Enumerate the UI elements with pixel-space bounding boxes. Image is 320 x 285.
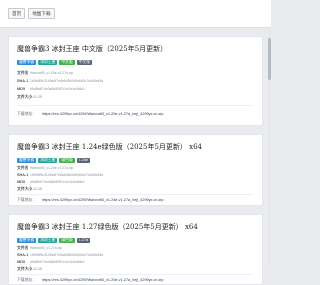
meta-filename-value: Warcraft3_v1.24e-v1.27a.zip (30, 166, 74, 170)
meta-md5-value: d9c8b6f74e3a0b5f9f7c1e2d4a3b6c1 (30, 180, 86, 184)
meta-filename-value: Warcraft3_v1.20e-v1.27a.zip (30, 71, 74, 75)
tag[interactable]: 1.24e (76, 158, 91, 163)
card-title: 魔兽争霸3 冰封王座 1.24e绿色版（2025年5月更新） x64 (17, 143, 202, 151)
meta-filename-label: 文件名 (17, 166, 29, 170)
meta-size-row: 文件大小 1.42 GB (17, 95, 42, 100)
tag[interactable]: 冰封王座 (38, 238, 58, 243)
meta-md5-value: d9c8b6f74e3a0b5f9f7c1e2d4a3b6c1 (30, 260, 86, 264)
tag[interactable]: 冰封王座 (38, 158, 58, 163)
tag-row: 魔兽争霸 冰封王座 绿色版 1.24e (17, 158, 91, 163)
meta-filename-label: 文件名 (17, 71, 29, 75)
download-link[interactable]: https://res.4299yx.cn/4299/Warcraft3_v1.… (42, 198, 163, 203)
card-title: 魔兽争霸3 冰封王座 中文版（2025年5月更新） (17, 45, 168, 53)
top-nav: 首页 地图下载 (0, 0, 271, 28)
meta-filename-row: 文件名 Warcraft3_v1.27a.zip (17, 246, 62, 251)
card-title: 魔兽争霸3 冰封王座 1.27绿色版（2025年5月更新） x64 (17, 223, 198, 231)
meta-size-row: 文件大小 1.42 GB (17, 267, 42, 272)
download-card: 魔兽争霸3 冰封王座 中文版（2025年5月更新） 魔兽争霸 冰封王座 中文版 … (8, 36, 263, 126)
nav-home-button[interactable]: 首页 (8, 8, 26, 19)
card-separator (17, 274, 254, 275)
meta-filename-row: 文件名 Warcraft3_v1.24e-v1.27a.zip (17, 166, 73, 171)
download-card: 魔兽争霸3 冰封王座 1.24e绿色版（2025年5月更新） x64 魔兽争霸 … (8, 134, 263, 206)
meta-md5-label: MD5 (17, 260, 26, 264)
meta-sha-value: 1b9b5f8c3149a4f7e8a5d3b0d9e6b2c7a3d0e45a (30, 79, 104, 83)
meta-size-label: 文件大小 (17, 95, 33, 99)
tag[interactable]: 1.27a (76, 238, 91, 243)
meta-size-label: 文件大小 (17, 267, 33, 271)
meta-sha-value: 1b9b5f8c3149a4f7e8a5d3b0d9e6b2c7a3d0e45a (30, 173, 104, 177)
meta-size-label: 文件大小 (17, 187, 33, 191)
download-row: 下载地址： https://res.4299yx.cn/4299/Warcraf… (17, 198, 163, 203)
meta-md5-label: MD5 (17, 87, 26, 91)
meta-sha-label: SHA-1 (17, 253, 29, 257)
meta-sha-row: SHA-1 1b9b5f8c3149a4f7e8a5d3b0d9e6b2c7a3… (17, 253, 103, 258)
tag-row: 魔兽争霸 冰封王座 绿色版 1.27a (17, 238, 91, 243)
download-link[interactable]: https://res.4299yx.cn/4299/Warcraft3_v1.… (42, 112, 163, 117)
nav-map-download-button[interactable]: 地图下载 (28, 8, 55, 19)
meta-size-row: 文件大小 1.42 GB (17, 187, 42, 192)
download-label: 下载地址： (17, 112, 36, 116)
scrollbar[interactable] (268, 28, 271, 266)
meta-size-value: 1.42 GB (30, 267, 43, 271)
download-link[interactable]: https://res.4299yx.cn/4299/Warcraft3_v1.… (42, 278, 163, 283)
meta-md5-label: MD5 (17, 180, 26, 184)
meta-sha-label: SHA-1 (17, 79, 29, 83)
tag[interactable]: 魔兽争霸 (17, 238, 37, 243)
meta-md5-value: d9c8b6f74e3a0b5f9f7c1e2d4a3b6c1 (30, 87, 86, 91)
meta-filename-label: 文件名 (17, 246, 29, 250)
meta-md5-row: MD5 d9c8b6f74e3a0b5f9f7c1e2d4a3b6c1 (17, 87, 85, 92)
meta-md5-row: MD5 d9c8b6f74e3a0b5f9f7c1e2d4a3b6c1 (17, 260, 85, 265)
download-row: 下载地址： https://res.4299yx.cn/4299/Warcraf… (17, 278, 163, 283)
tag[interactable]: 绿色版 (59, 238, 75, 243)
download-label: 下载地址： (17, 198, 36, 202)
tag[interactable]: 魔兽争霸 (17, 158, 37, 163)
content: 魔兽争霸3 冰封王座 中文版（2025年5月更新） 魔兽争霸 冰封王座 中文版 … (0, 28, 271, 285)
tag-row: 魔兽争霸 冰封王座 中文版 中文版 (17, 60, 93, 65)
tag[interactable]: 中文版 (76, 60, 93, 65)
meta-md5-row: MD5 d9c8b6f74e3a0b5f9f7c1e2d4a3b6c1 (17, 180, 85, 185)
download-label: 下载地址： (17, 278, 36, 282)
scrollbar-thumb[interactable] (268, 38, 271, 80)
tag[interactable]: 冰封王座 (38, 60, 58, 65)
tag[interactable]: 中文版 (59, 60, 75, 65)
download-card: 魔兽争霸3 冰封王座 1.27绿色版（2025年5月更新） x64 魔兽争霸 冰… (8, 214, 263, 285)
card-separator (17, 194, 254, 195)
tag[interactable]: 魔兽争霸 (17, 60, 37, 65)
meta-filename-row: 文件名 Warcraft3_v1.20e-v1.27a.zip (17, 71, 73, 76)
meta-sha-label: SHA-1 (17, 173, 29, 177)
card-separator (17, 105, 254, 106)
download-row: 下载地址： https://res.4299yx.cn/4299/Warcraf… (17, 112, 163, 117)
meta-size-value: 1.42 GB (30, 95, 43, 99)
meta-sha-row: SHA-1 1b9b5f8c3149a4f7e8a5d3b0d9e6b2c7a3… (17, 79, 103, 84)
meta-sha-row: SHA-1 1b9b5f8c3149a4f7e8a5d3b0d9e6b2c7a3… (17, 173, 103, 178)
tag[interactable]: 绿色版 (59, 158, 75, 163)
meta-size-value: 1.42 GB (30, 187, 43, 191)
meta-sha-value: 1b9b5f8c3149a4f7e8a5d3b0d9e6b2c7a3d0e45a (30, 253, 104, 257)
meta-filename-value: Warcraft3_v1.27a.zip (30, 246, 62, 250)
